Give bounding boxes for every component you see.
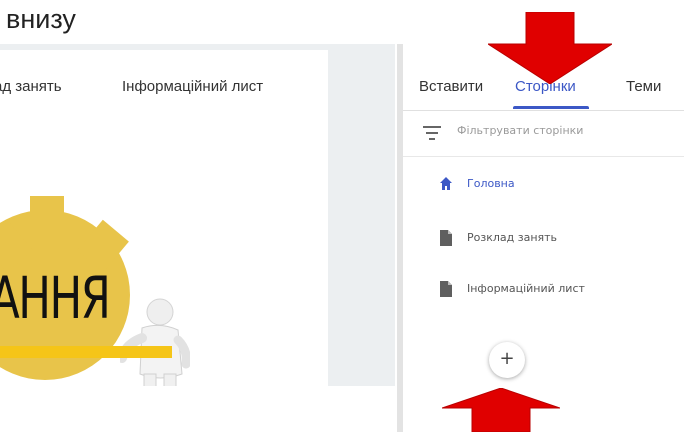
page-preview-area: ад занять Інформаційний лист АННЯ (0, 44, 395, 386)
hero-title: АННЯ (0, 264, 111, 332)
page-label: Головна (467, 177, 515, 190)
tab-themes[interactable]: Теми (626, 78, 661, 95)
page-list-item-schedule[interactable]: Розклад занять (403, 224, 684, 254)
site-nav-item-info-letter[interactable]: Інформаційний лист (122, 78, 263, 95)
add-page-button[interactable]: + (489, 342, 525, 378)
active-tab-indicator (513, 106, 589, 109)
page-list-item-info-letter[interactable]: Інформаційний лист (403, 275, 684, 305)
page-label: Розклад занять (467, 231, 558, 244)
site-nav-item-schedule[interactable]: ад занять (0, 78, 62, 95)
document-icon (440, 281, 452, 297)
caption-text: внизу (6, 4, 76, 34)
side-panel: Вставити Сторінки Теми Фільтрувати сторі… (397, 44, 684, 432)
page-list-item-home[interactable]: Головна (403, 170, 684, 200)
figure-illustration (120, 298, 190, 386)
filter-pages-row[interactable]: Фільтрувати сторінки (403, 110, 684, 157)
filter-pages-input[interactable]: Фільтрувати сторінки (457, 124, 583, 137)
red-arrow-down-icon (488, 12, 612, 84)
site-navigation: ад занять Інформаційний лист (0, 78, 328, 102)
document-icon (440, 230, 452, 246)
site-page-preview: ад занять Інформаційний лист АННЯ (0, 50, 328, 386)
filter-icon[interactable] (423, 126, 441, 140)
home-icon (440, 177, 452, 190)
page-label: Інформаційний лист (467, 282, 585, 295)
hero-underline-bar (0, 346, 172, 358)
tab-insert[interactable]: Вставити (419, 78, 483, 95)
gear-tooth (30, 196, 64, 236)
red-arrow-up-icon (442, 388, 560, 432)
